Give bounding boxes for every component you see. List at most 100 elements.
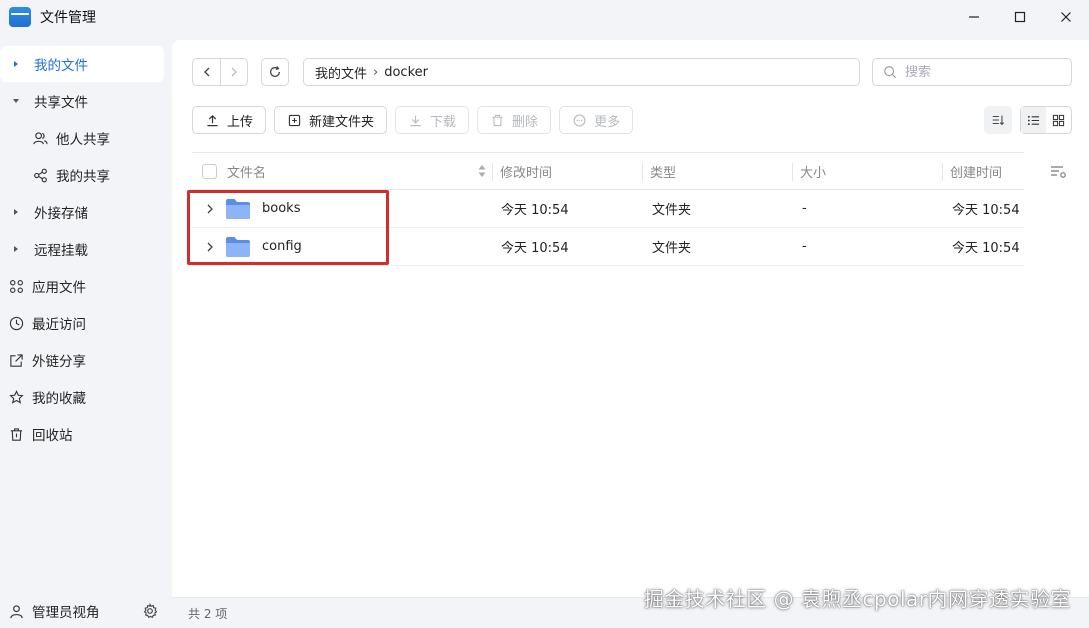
share-icon — [32, 167, 48, 183]
search-icon — [884, 66, 897, 79]
sidebar-item-label: 我的收藏 — [32, 391, 86, 407]
new-folder-icon — [287, 113, 301, 127]
users-icon — [32, 130, 48, 146]
caret-down-icon[interactable] — [10, 95, 22, 107]
main-panel: 我的文件 › docker 上传 新建文件夹 下载 删除 更多 — [172, 40, 1089, 597]
window-controls — [951, 0, 1089, 34]
column-settings-icon[interactable] — [1050, 165, 1068, 179]
file-type: 文件夹 — [652, 203, 692, 218]
forward-button[interactable] — [220, 59, 247, 85]
sidebar-item-shared-with-me[interactable]: 他人共享 — [0, 120, 164, 156]
column-divider[interactable] — [642, 163, 643, 181]
sidebar-item-my-shares[interactable]: 我的共享 — [0, 157, 164, 193]
more-button[interactable]: 更多 — [559, 106, 634, 134]
file-modified: 今天 10:54 — [501, 241, 569, 256]
sidebar-item-label: 共享文件 — [34, 95, 88, 111]
sidebar-item-label: 我的共享 — [56, 169, 110, 185]
history-nav — [192, 58, 248, 86]
search-input[interactable] — [905, 64, 1055, 80]
grid-view-button[interactable] — [1046, 107, 1071, 133]
sidebar-item-external-storage[interactable]: 外接存储 — [0, 194, 164, 230]
item-count: 共 2 项 — [188, 606, 228, 621]
column-divider[interactable] — [792, 163, 793, 181]
breadcrumb-current[interactable]: docker — [384, 65, 428, 80]
path-breadcrumb[interactable]: 我的文件 › docker — [303, 58, 860, 86]
minimize-icon — [969, 16, 979, 18]
file-modified: 今天 10:54 — [501, 203, 569, 218]
trash-icon — [8, 426, 24, 442]
table-header: 文件名 修改时间 类型 大小 创建时间 — [192, 152, 1024, 190]
trash-icon — [490, 113, 504, 127]
sidebar-item-label: 远程挂载 — [34, 243, 88, 259]
column-type[interactable]: 类型 — [650, 162, 676, 181]
sidebar-item-shared-files[interactable]: 共享文件 — [0, 83, 164, 119]
breadcrumb-separator-icon: › — [373, 64, 379, 80]
sidebar: 我的文件 共享文件 他人共享 我的共享 外接存储 远程挂载 应用文件 最近访问 … — [0, 40, 172, 628]
app-title: 文件管理 — [40, 10, 96, 26]
admin-icon — [8, 603, 24, 619]
chevron-left-icon — [203, 67, 209, 77]
sort-icon — [992, 115, 1005, 126]
grid-view-icon — [1052, 114, 1065, 126]
more-icon — [572, 113, 586, 127]
new-folder-button[interactable]: 新建文件夹 — [274, 106, 388, 134]
caret-right-icon[interactable] — [10, 243, 22, 255]
view-mode-toggle — [1020, 106, 1072, 134]
sidebar-item-recycle-bin[interactable]: 回收站 — [0, 416, 164, 452]
minimize-button[interactable] — [951, 0, 997, 34]
app-icon — [9, 7, 31, 27]
title-bar: 文件管理 — [0, 0, 1089, 34]
maximize-button[interactable] — [997, 0, 1043, 34]
back-button[interactable] — [193, 59, 220, 85]
sidebar-item-favorites[interactable]: 我的收藏 — [0, 379, 164, 415]
column-created[interactable]: 创建时间 — [950, 162, 1002, 181]
refresh-button[interactable] — [261, 58, 289, 86]
sidebar-item-remote-mount[interactable]: 远程挂载 — [0, 231, 164, 267]
column-size[interactable]: 大小 — [800, 162, 826, 181]
sidebar-item-label: 最近访问 — [32, 317, 86, 333]
sidebar-item-my-files[interactable]: 我的文件 — [0, 46, 164, 82]
breadcrumb-root[interactable]: 我的文件 — [315, 63, 367, 82]
admin-view-label: 管理员视角 — [32, 605, 100, 621]
download-icon — [408, 113, 422, 127]
sort-button[interactable] — [984, 106, 1012, 134]
download-button[interactable]: 下载 — [395, 106, 470, 134]
caret-right-icon[interactable] — [10, 206, 22, 218]
action-toolbar: 上传 新建文件夹 下载 删除 更多 — [192, 106, 641, 134]
sort-arrows-icon[interactable] — [477, 164, 487, 178]
upload-button[interactable]: 上传 — [192, 106, 267, 134]
file-type: 文件夹 — [652, 241, 692, 256]
caret-right-icon[interactable] — [10, 58, 22, 70]
refresh-icon — [270, 65, 280, 77]
sidebar-item-external-links[interactable]: 外链分享 — [0, 342, 164, 378]
sidebar-item-label: 外链分享 — [32, 354, 86, 370]
sidebar-item-label: 他人共享 — [56, 132, 110, 148]
upload-icon — [205, 113, 219, 127]
delete-button[interactable]: 删除 — [477, 106, 552, 134]
gear-icon[interactable] — [142, 603, 158, 619]
select-all-checkbox[interactable] — [202, 163, 217, 179]
column-divider[interactable] — [492, 163, 493, 181]
list-view-button[interactable] — [1021, 107, 1046, 133]
column-modified[interactable]: 修改时间 — [500, 162, 552, 181]
column-name[interactable]: 文件名 — [192, 162, 492, 181]
column-divider[interactable] — [942, 163, 943, 181]
external-link-icon — [8, 352, 24, 368]
clock-icon — [8, 315, 24, 331]
list-view-icon — [1027, 115, 1040, 125]
file-size: - — [802, 201, 807, 216]
sidebar-item-recent[interactable]: 最近访问 — [0, 305, 164, 341]
sidebar-item-label: 回收站 — [32, 428, 73, 444]
sidebar-item-app-files[interactable]: 应用文件 — [0, 268, 164, 304]
sidebar-item-label: 应用文件 — [32, 280, 86, 296]
search-box[interactable] — [872, 58, 1072, 86]
apps-icon — [8, 278, 24, 294]
annotation-highlight-box — [187, 190, 389, 265]
file-size: - — [802, 239, 807, 254]
file-created: 今天 10:54 — [952, 203, 1020, 218]
close-button[interactable] — [1043, 0, 1089, 34]
maximize-icon — [1014, 11, 1026, 23]
admin-view-toggle[interactable]: 管理员视角 — [0, 594, 172, 628]
watermark-text: 掘金技术社区 @ 袁煦丞cpolar内网穿透实验室 — [643, 587, 1071, 611]
navigation-toolbar — [192, 58, 289, 86]
